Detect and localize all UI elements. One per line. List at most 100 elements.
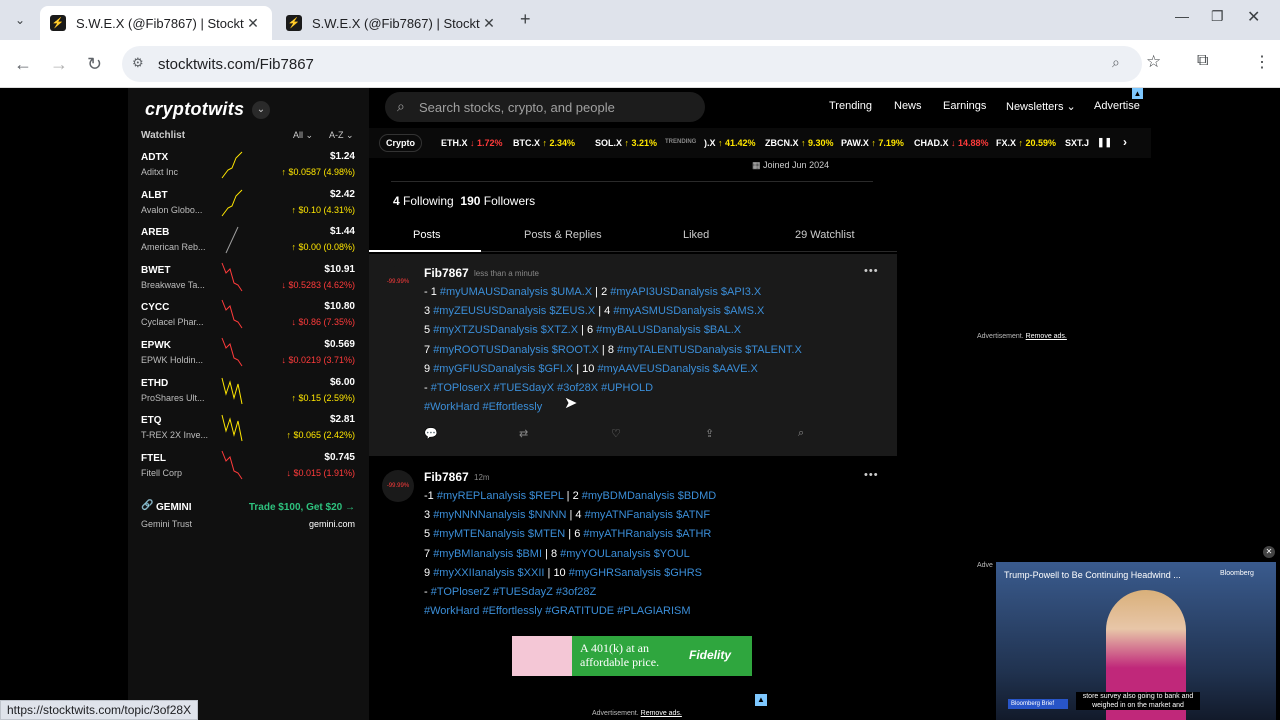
user-avatar[interactable]: -99.99% [382, 266, 414, 298]
post-hashtag-link[interactable]: #myGHRSanalysis $GHRS [569, 567, 702, 579]
user-avatar[interactable]: -99.99% [382, 470, 414, 502]
nav-trending[interactable]: Trending [829, 100, 872, 112]
nav-advertise[interactable]: Advertise [1094, 100, 1140, 112]
ticker-item[interactable]: SOL.X ↑ 3.21% [595, 138, 657, 148]
video-close-icon[interactable]: ✕ [1263, 546, 1275, 558]
logo-dropdown-chevron-icon[interactable]: ⌄ [252, 101, 270, 119]
post[interactable]: -99.99% Fib7867 12m ••• -1 #myREPLanalysis $… [369, 458, 897, 720]
chevron-right-icon[interactable]: › [1123, 135, 1127, 149]
following-label[interactable]: Following [403, 194, 454, 208]
post-hashtag-link[interactable]: #myATHRanalysis $ATHR [583, 528, 711, 540]
floating-video-player[interactable]: Trump-Powell to Be Continuing Headwind .… [996, 562, 1276, 720]
remove-ads-link[interactable]: Remove ads. [1026, 333, 1067, 340]
ticker-item[interactable]: BTC.X ↑ 2.34% [513, 138, 575, 148]
search-post-icon[interactable]: ⌕ [798, 427, 804, 440]
post-hashtag-link[interactable]: #myUMAUSDanalysis $UMA.X [440, 286, 592, 298]
trending-item[interactable]: PAW.X ↑ 7.19% [841, 138, 904, 148]
new-tab-plus-icon[interactable]: + [520, 9, 531, 30]
ad-choices-icon[interactable]: ▲ [1132, 88, 1143, 99]
back-arrow-icon[interactable]: ← [14, 54, 32, 75]
bookmark-star-icon[interactable]: ☆ [1146, 52, 1161, 72]
fidelity-ad-banner[interactable]: A 401(k) at an affordable price. Fidelit… [512, 636, 752, 676]
post-hashtag-link[interactable]: #myGFIUSDanalysis $GFI.X [433, 363, 573, 375]
restore-icon[interactable]: ❐ [1211, 8, 1224, 25]
nav-earnings[interactable]: Earnings [943, 100, 986, 112]
extensions-puzzle-icon[interactable]: ⧉ [1197, 52, 1208, 70]
post-hashtag-link[interactable]: #TOPloserX #TUESdayX #3of28X #UPHOLD [431, 382, 653, 394]
watchlist-sort-select[interactable]: A-Z ⌄ [329, 130, 354, 141]
post[interactable]: -99.99% Fib7867 less than a minute ••• - 1 #… [369, 254, 897, 456]
browser-tab-active[interactable]: ⚡ S.W.E.X (@Fib7867) | Stocktwits ✕ [40, 6, 272, 40]
watchlist-item-ethd[interactable]: ETHD ProShares Ult... $6.00 ↑ $0.15 (2.59%) [128, 374, 369, 412]
tab-watchlist[interactable]: 29 Watchlist [795, 229, 855, 241]
post-hashtag-link[interactable]: #myASMUSDanalysis $AMS.X [613, 305, 764, 317]
browser-menu-icon[interactable]: ⋮ [1254, 52, 1270, 72]
followers-label[interactable]: Followers [484, 194, 535, 208]
following-count[interactable]: 4 [393, 194, 400, 208]
post-username[interactable]: Fib7867 [424, 470, 469, 484]
share-icon[interactable]: ⇪ [705, 427, 714, 440]
comment-icon[interactable]: 💬 [424, 427, 438, 440]
watchlist-item-ftel[interactable]: FTEL Fitell Corp $0.745 ↓ $0.015 (1.91%) [128, 449, 369, 487]
post-username[interactable]: Fib7867 [424, 266, 469, 280]
post-hashtag-link[interactable]: #myZEUSUSDanalysis $ZEUS.X [433, 305, 595, 317]
pause-icon[interactable]: ❚❚ [1097, 137, 1112, 148]
trending-item[interactable]: CHAD.X ↓ 14.88% [914, 138, 989, 148]
nav-news[interactable]: News [894, 100, 922, 112]
post-timestamp[interactable]: 12m [474, 473, 490, 482]
trending-item[interactable]: ).X ↑ 41.42% [704, 138, 756, 148]
ad-choices-icon[interactable]: ▲ [755, 694, 767, 706]
post-hashtag-link[interactable]: #myYOULanalysis $YOUL [560, 548, 690, 560]
post-hashtag-link[interactable]: #myAPI3USDanalysis $API3.X [610, 286, 761, 298]
post-hashtag-link[interactable]: #WorkHard #Effortlessly #GRATITUDE #PLAG… [424, 605, 691, 617]
reload-icon[interactable]: ↻ [87, 54, 102, 75]
trending-item[interactable]: FX.X ↑ 20.59% [996, 138, 1056, 148]
forward-arrow-icon[interactable]: → [50, 54, 68, 75]
ticker-item[interactable]: ETH.X ↓ 1.72% [441, 138, 503, 148]
gemini-promo[interactable]: 🔗 GEMINI Gemini Trust Trade $100, Get $2… [128, 498, 369, 534]
watchlist-item-epwk[interactable]: EPWK EPWK Holdin... $0.569 ↓ $0.0219 (3.71%… [128, 336, 369, 374]
post-hashtag-link[interactable]: #myXTZUSDanalysis $XTZ.X [433, 324, 578, 336]
post-hashtag-link[interactable]: #myNNNNanalysis $NNNN [433, 509, 566, 521]
post-hashtag-link[interactable]: #myREPLanalysis $REPL [437, 490, 564, 502]
tab-list-chevron-icon[interactable]: ⌄ [10, 10, 30, 30]
watchlist-filter-select[interactable]: All ⌄ [293, 130, 313, 141]
watchlist-item-areb[interactable]: AREB American Reb... $1.44 ↑ $0.00 (0.08%) [128, 223, 369, 261]
watchlist-item-cycc[interactable]: CYCC Cyclacel Phar... $10.80 ↓ $0.86 (7.35%… [128, 298, 369, 336]
post-hashtag-link[interactable]: #myAAVEUSDanalysis $AAVE.X [597, 363, 757, 375]
post-hashtag-link[interactable]: #myBMIanalysis $BMI [433, 548, 542, 560]
tab-posts[interactable]: Posts [413, 229, 441, 241]
close-window-icon[interactable]: ✕ [1247, 7, 1260, 27]
post-more-icon[interactable]: ••• [864, 469, 879, 481]
promo-cta[interactable]: Trade $100, Get $20 → [249, 502, 355, 513]
like-heart-icon[interactable]: ♡ [611, 427, 621, 440]
search-input[interactable]: ⌕ Search stocks, crypto, and people [385, 92, 705, 122]
watchlist-item-etq[interactable]: ETQ T-REX 2X Inve... $2.81 ↑ $0.065 (2.42%) [128, 411, 369, 449]
nav-newsletters[interactable]: Newsletters ⌄ [1006, 100, 1076, 113]
watchlist-item-adtx[interactable]: ADTX Aditxt Inc $1.24 ↑ $0.0587 (4.98%) [128, 148, 369, 186]
post-hashtag-link[interactable]: #myBALUSDanalysis $BAL.X [596, 324, 741, 336]
post-hashtag-link[interactable]: #myROOTUSDanalysis $ROOT.X [433, 344, 599, 356]
post-hashtag-link[interactable]: #myATNFanalysis $ATNF [585, 509, 711, 521]
site-info-icon[interactable]: ⚙ [132, 55, 144, 71]
bottom-remove-ads-link[interactable]: Remove ads. [641, 710, 682, 717]
cryptotwits-logo[interactable]: cryptotwits [145, 99, 244, 120]
watchlist-item-bwet[interactable]: BWET Breakwave Ta... $10.91 ↓ $0.5283 (4.62… [128, 261, 369, 299]
repost-icon[interactable]: ⇄ [519, 427, 528, 440]
tab-liked[interactable]: Liked [683, 229, 709, 241]
trending-item[interactable]: SXT.J [1065, 138, 1089, 148]
tab-posts-replies[interactable]: Posts & Replies [524, 229, 602, 241]
minimize-icon[interactable]: — [1175, 8, 1189, 24]
post-hashtag-link[interactable]: #myTALENTUSDanalysis $TALENT.X [617, 344, 802, 356]
post-hashtag-link[interactable]: #TOPloserZ #TUESdayZ #3of28Z [431, 586, 596, 598]
followers-count[interactable]: 190 [460, 194, 480, 208]
post-hashtag-link[interactable]: #myXXIIanalysis $XXII [433, 567, 544, 579]
ticker-label[interactable]: Crypto [379, 134, 422, 152]
post-timestamp[interactable]: less than a minute [474, 269, 539, 278]
trending-item[interactable]: ZBCN.X ↑ 9.30% [765, 138, 834, 148]
post-hashtag-link[interactable]: #myBDMDanalysis $BDMD [582, 490, 716, 502]
post-hashtag-link[interactable]: #myMTENanalysis $MTEN [433, 528, 565, 540]
watchlist-item-albt[interactable]: ALBT Avalon Globo... $2.42 ↑ $0.10 (4.31%) [128, 186, 369, 224]
tab-close-icon[interactable]: ✕ [244, 15, 262, 32]
address-bar[interactable]: ⚙ stocktwits.com/Fib7867 ⌕ [122, 46, 1142, 82]
